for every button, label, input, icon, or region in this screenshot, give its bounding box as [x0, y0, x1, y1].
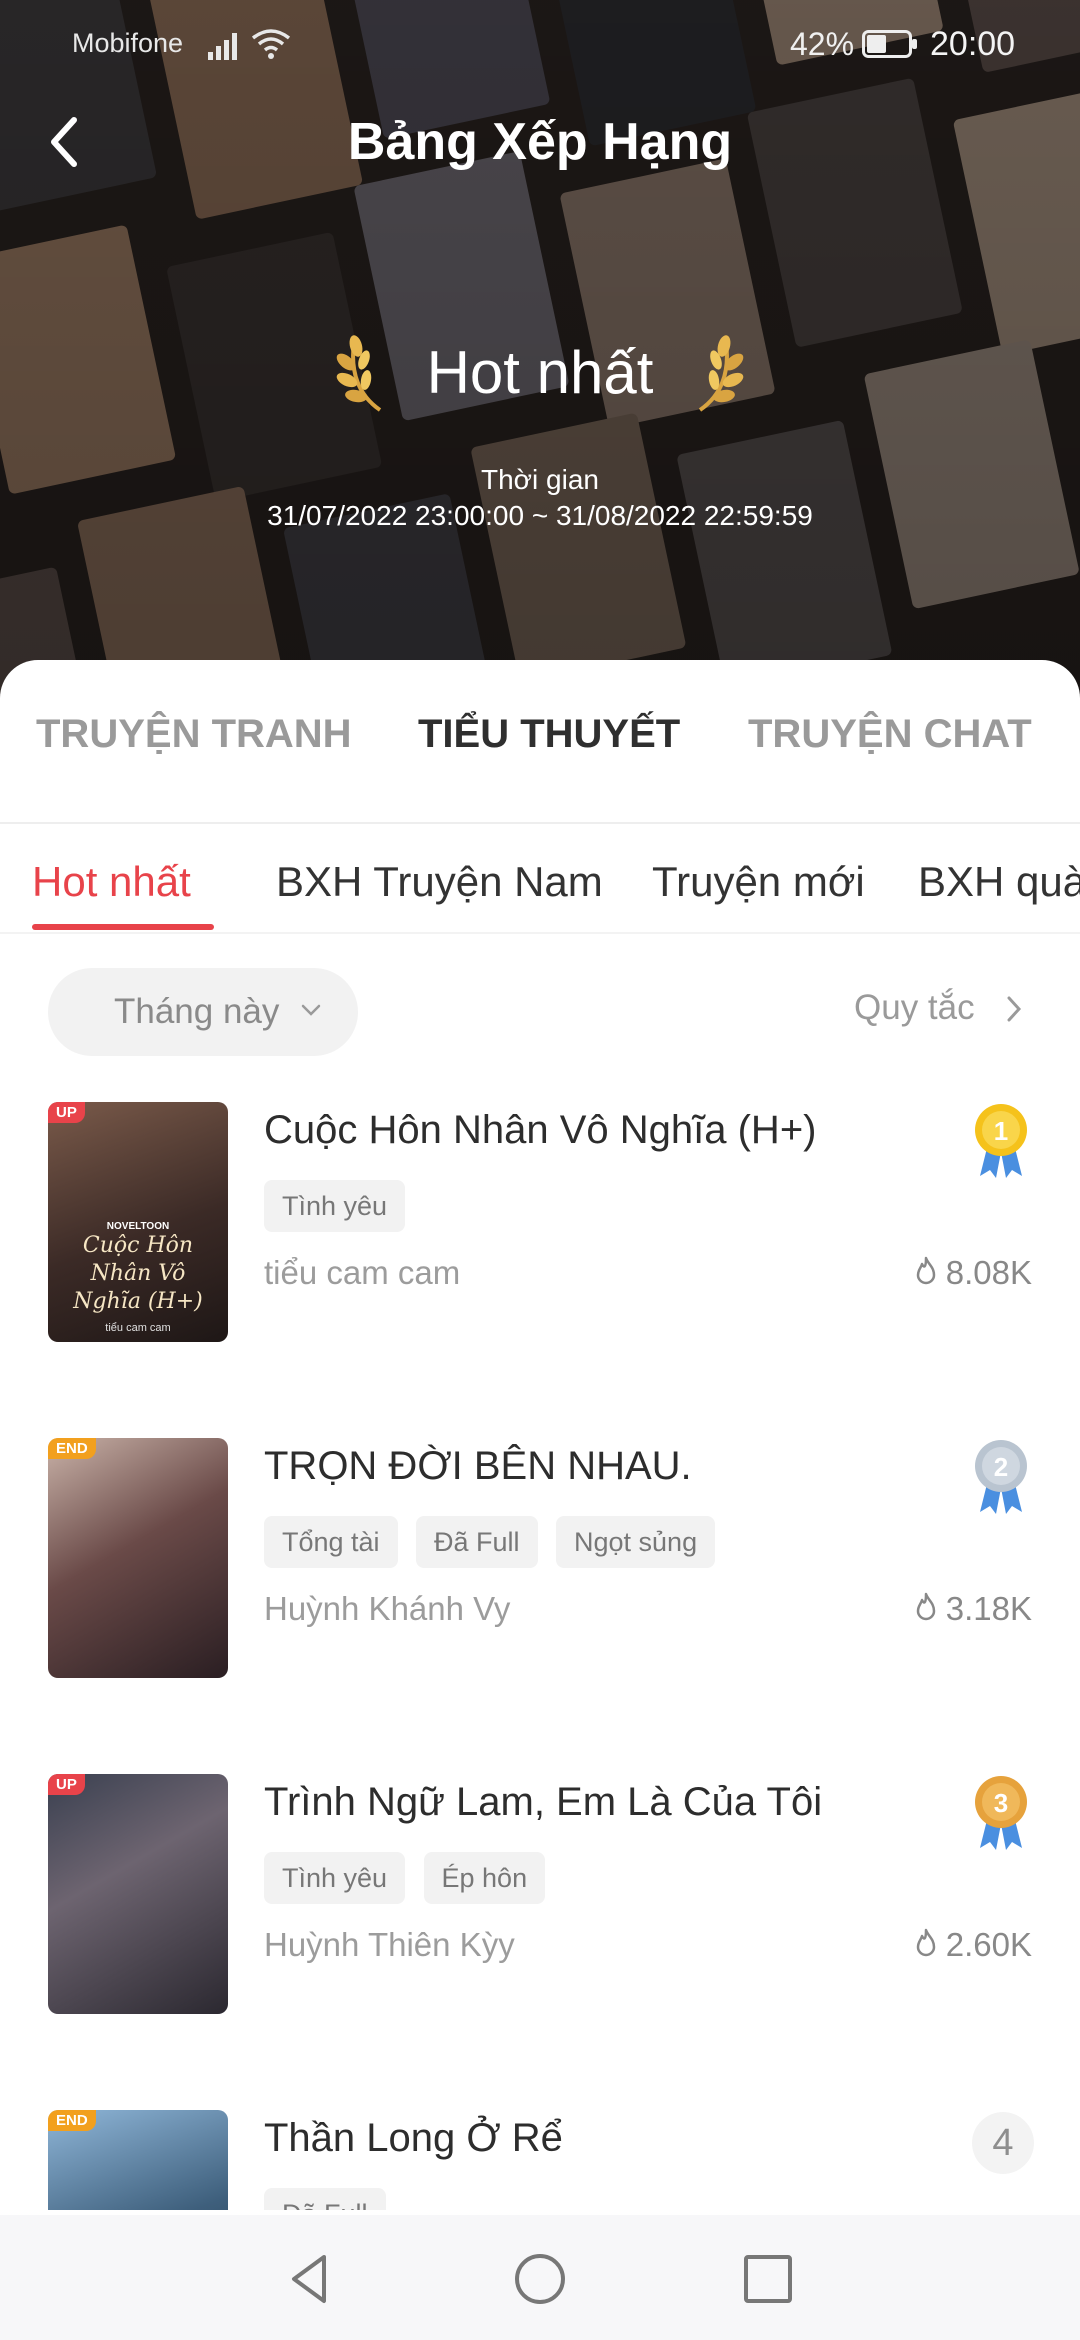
laurel-left-icon [336, 335, 382, 412]
svg-text:1: 1 [994, 1116, 1008, 1146]
author-name: tiểu cam cam [264, 1254, 461, 1291]
book-title[interactable]: TRỌN ĐỜI BÊN NHAU. [264, 1444, 692, 1489]
tag-list: Tình yêu Ép hôn [264, 1852, 559, 1904]
svg-text:3: 3 [994, 1788, 1008, 1818]
silver-medal-icon: 2 [975, 1440, 1027, 1514]
book-cover[interactable]: UP NOVELTOON Cuộc Hôn Nhân Vô Nghĩa (H+)… [48, 1102, 228, 1342]
tag: Tổng tài [264, 1516, 398, 1568]
rank-number: 4 [972, 2112, 1034, 2174]
heat-value: 8.08K [945, 1254, 1032, 1291]
status-bar: Mobifone 42% 20:00 [0, 0, 1080, 90]
period-label: Thời gian [481, 464, 599, 495]
period-filter-label: Tháng này [114, 992, 280, 1031]
author-name: Huỳnh Thiên Kỳy [264, 1926, 515, 1963]
chevron-right-icon[interactable] [1004, 994, 1024, 1024]
main-tab-bar: TRUYỆN TRANH TIỂU THUYẾT TRUYỆN CHAT [0, 660, 1080, 824]
chevron-down-icon [301, 1004, 321, 1016]
cover-brand: NOVELTOON [106, 1221, 170, 1232]
tag: Tình yêu [264, 1180, 406, 1232]
subtab-bxh-truyen-nam[interactable]: BXH Truyện Nam [276, 858, 603, 906]
clock: 20:00 [930, 25, 1016, 63]
nav-recents-icon[interactable] [740, 2251, 796, 2307]
heat-count: 2.60K [912, 1926, 1032, 1964]
tab-truyen-chat[interactable]: TRUYỆN CHAT [748, 712, 1032, 757]
tag-list: Tình yêu [264, 1180, 419, 1232]
tag: Ngọt sủng [556, 1516, 716, 1568]
signal-icon [208, 33, 237, 60]
ranking-item-3[interactable]: UP Trình Ngữ Lam, Em Là Của Tôi Tình yêu… [0, 1774, 1080, 2034]
book-cover[interactable]: UP [48, 1774, 228, 2014]
gold-medal-icon: 1 [975, 1104, 1027, 1178]
completed-badge: END [48, 1438, 96, 1459]
active-subtab-indicator [32, 924, 214, 930]
ranking-item-2[interactable]: END TRỌN ĐỜI BÊN NHAU. Tổng tài Đã Full … [0, 1438, 1080, 1698]
laurel-right-icon [698, 335, 744, 412]
battery-percent: 42% [790, 26, 855, 62]
tab-tieu-thuyet[interactable]: TIỂU THUYẾT [418, 712, 680, 757]
completed-badge: END [48, 2110, 96, 2131]
bronze-medal-icon: 3 [975, 1776, 1027, 1850]
tag-list: Tổng tài Đã Full Ngọt sủng [264, 1516, 729, 1568]
tag-list: Đã Full [264, 2188, 400, 2210]
tag: Tình yêu [264, 1852, 406, 1904]
page-title: Bảng Xếp Hạng [347, 113, 733, 171]
wifi-icon [251, 29, 291, 59]
carrier-name: Mobifone [72, 28, 184, 58]
flame-icon [916, 1928, 935, 1957]
update-badge: UP [48, 1774, 85, 1795]
book-title[interactable]: Cuộc Hôn Nhân Vô Nghĩa (H+) [264, 1108, 817, 1153]
rules-link[interactable]: Quy tắc [854, 988, 975, 1028]
flame-icon [916, 1592, 935, 1621]
header-banner: Mobifone 42% 20:00 Bảng Xếp Hạng Hot nhấ… [0, 0, 1080, 700]
author-name: Huỳnh Khánh Vy [264, 1590, 511, 1627]
tag: Đã Full [416, 1516, 538, 1568]
svg-text:2: 2 [994, 1452, 1008, 1482]
tab-truyen-tranh[interactable]: TRUYỆN TRANH [36, 712, 352, 757]
nav-home-icon[interactable] [512, 2251, 568, 2307]
book-title[interactable]: Thần Long Ở Rể [264, 2116, 563, 2161]
heat-count: 3.18K [912, 1590, 1032, 1628]
sub-tab-bar: Hot nhất BXH Truyện Nam Truyện mới BXH q… [0, 824, 1080, 934]
period-range: 31/07/2022 23:00:00 ~ 31/08/2022 22:59:5… [267, 500, 813, 531]
hero-heading: Hot nhất [0, 330, 1080, 430]
cover-title: Cuộc Hôn Nhân Vô Nghĩa (H+) [73, 1233, 203, 1314]
tag: Đã Full [264, 2188, 386, 2210]
nav-back-icon[interactable] [282, 2251, 338, 2307]
book-cover[interactable]: END [48, 2110, 228, 2210]
ranking-item-4[interactable]: END Thần Long Ở Rể Đã Full 4 [0, 2110, 1080, 2210]
hero-title: Hot nhất [426, 338, 654, 406]
system-nav-bar [0, 2215, 1080, 2340]
period-filter-dropdown[interactable]: Tháng này [48, 968, 358, 1056]
subtab-hot-nhat[interactable]: Hot nhất [32, 858, 191, 906]
subtab-truyen-moi[interactable]: Truyện mới [652, 858, 865, 906]
ranking-item-1[interactable]: UP NOVELTOON Cuộc Hôn Nhân Vô Nghĩa (H+)… [0, 1102, 1080, 1362]
subtab-bxh-qua[interactable]: BXH quà [918, 858, 1080, 906]
flame-icon [916, 1256, 935, 1285]
tag: Ép hôn [423, 1852, 546, 1904]
heat-value: 2.60K [945, 1926, 1032, 1963]
heat-count: 8.08K [912, 1254, 1032, 1292]
book-title[interactable]: Trình Ngữ Lam, Em Là Của Tôi [264, 1780, 822, 1825]
update-badge: UP [48, 1102, 85, 1123]
book-cover[interactable]: END [48, 1438, 228, 1678]
heat-value: 3.18K [945, 1590, 1032, 1627]
ranking-sheet: TRUYỆN TRANH TIỂU THUYẾT TRUYỆN CHAT Hot… [0, 660, 1080, 2210]
cover-author: tiểu cam cam [105, 1322, 171, 1334]
battery-icon [862, 30, 917, 58]
